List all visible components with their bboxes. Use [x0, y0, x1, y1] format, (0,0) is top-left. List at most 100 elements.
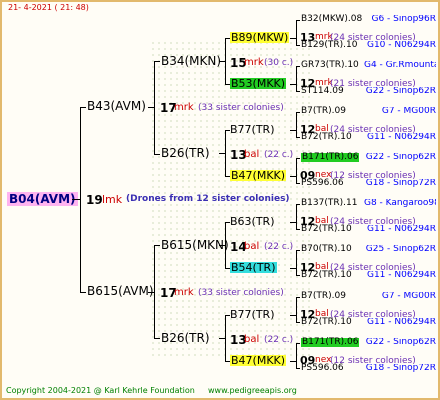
- parent-queen[interactable]: B615(AVM): [87, 285, 154, 297]
- connector: [290, 176, 296, 177]
- grandparent-queen[interactable]: B26(TR): [161, 147, 210, 159]
- great-grandparent-queen[interactable]: B47(MKK): [230, 170, 287, 181]
- ancestor-origin: G11 - N06294R: [366, 318, 436, 327]
- connector: [219, 245, 225, 246]
- ancestor-origin: G7 - MG00R: [381, 107, 436, 116]
- connector: [290, 315, 296, 316]
- ancestor-queen[interactable]: B32(MKW).08: [301, 15, 362, 24]
- ancestor-origin: G22 - Sinop62R: [365, 153, 436, 162]
- ancestor-queen[interactable]: B137(TR).11: [301, 199, 357, 208]
- ancestor-origin: G18 - Sinop72R: [365, 179, 436, 188]
- great-grandparent-queen[interactable]: B77(TR): [230, 124, 275, 135]
- ancestor-queen[interactable]: B129(TR).10: [301, 41, 357, 50]
- ancestor-queen[interactable]: B171(TR).06: [301, 153, 360, 162]
- connector: [290, 84, 296, 85]
- connector: [296, 20, 300, 21]
- connector: [80, 107, 81, 293]
- parent-mark: mrk: [174, 287, 194, 298]
- ancestor-queen[interactable]: B72(TR).10: [301, 225, 352, 234]
- connector: [154, 245, 160, 246]
- ancestor-origin: G22 - Sinop62R: [365, 338, 436, 347]
- parent-queen[interactable]: B43(AVM): [87, 100, 146, 112]
- ancestor-queen[interactable]: ST114.09: [301, 87, 344, 96]
- connector: [290, 361, 296, 362]
- root-note: (Drones from 12 sister colonies): [126, 194, 290, 204]
- connector: [154, 245, 155, 338]
- grandparent-note: (30 c.): [264, 58, 294, 68]
- great-grandparent-queen[interactable]: B54(TR): [230, 262, 277, 273]
- connector: [296, 204, 300, 205]
- grandparent-note: (22 c.): [264, 335, 294, 345]
- connector: [296, 45, 300, 46]
- connector: [296, 158, 297, 183]
- connector: [296, 91, 300, 92]
- parent-note: (33 sister colonies): [198, 288, 284, 298]
- connector: [290, 130, 296, 131]
- ancestor-queen[interactable]: GR73(TR).10: [301, 61, 359, 70]
- connector: [154, 154, 160, 155]
- ancestor-queen[interactable]: B7(TR).09: [301, 107, 346, 116]
- connector: [154, 61, 160, 62]
- connector: [154, 61, 155, 154]
- ancestor-origin: G11 - N06294R: [366, 225, 436, 234]
- root-queen[interactable]: B04(AVM): [7, 192, 78, 206]
- connector: [296, 183, 300, 184]
- connector: [219, 153, 225, 154]
- copyright: Copyright 2004-2021 @ Karl Kehrle Founda…: [6, 386, 195, 395]
- ancestor-origin: G4 - Gr.Rmounta: [364, 61, 436, 70]
- great-grandparent-queen[interactable]: B77(TR): [230, 309, 275, 320]
- ancestor-queen[interactable]: B72(TR).10: [301, 318, 352, 327]
- connector: [225, 315, 226, 361]
- ancestor-queen[interactable]: B72(TR).10: [301, 133, 352, 142]
- ancestor-origin: G8 - Kangaroo98R: [364, 199, 436, 208]
- ancestor-queen[interactable]: B171(TR).06: [301, 338, 360, 347]
- connector: [225, 222, 226, 268]
- date-header: 21- 4-2021 ( 21: 48): [8, 3, 89, 12]
- connector: [296, 297, 297, 322]
- ancestor-queen[interactable]: PS596.06: [301, 179, 344, 188]
- ancestor-origin: G18 - Sinop72R: [365, 364, 436, 373]
- ancestor-origin: G11 - N06294R: [366, 271, 436, 280]
- connector: [296, 250, 300, 251]
- parent-mark: mrk: [174, 102, 194, 113]
- grandparent-queen[interactable]: B34(MKN): [161, 55, 221, 67]
- connector: [80, 292, 86, 293]
- grandparent-mark: bal: [244, 241, 260, 252]
- grandparent-mark: mrk: [244, 57, 264, 68]
- connector: [296, 275, 300, 276]
- grandparent-mark: bal: [244, 334, 260, 345]
- connector: [296, 368, 300, 369]
- connector: [296, 229, 300, 230]
- connector: [72, 199, 80, 200]
- connector: [296, 322, 300, 323]
- ancestor-queen[interactable]: B7(TR).09: [301, 292, 346, 301]
- great-grandparent-queen[interactable]: B63(TR): [230, 216, 275, 227]
- connector: [154, 338, 160, 339]
- ancestor-queen[interactable]: B70(TR).10: [301, 245, 352, 254]
- grandparent-queen[interactable]: B26(TR): [161, 332, 210, 344]
- ancestor-queen[interactable]: PS596.06: [301, 364, 344, 373]
- parent-note: (33 sister colonies): [198, 103, 284, 113]
- grandparent-mark: bal: [244, 149, 260, 160]
- ancestor-origin: G11 - N06294R: [366, 133, 436, 142]
- connector: [225, 38, 226, 84]
- great-grandparent-queen[interactable]: B89(MKW): [230, 32, 290, 43]
- connector: [290, 222, 296, 223]
- root-mark: lmk: [102, 193, 123, 206]
- ancestor-queen[interactable]: B72(TR).10: [301, 271, 352, 280]
- connector: [225, 130, 226, 176]
- ancestor-origin: G25 - Sinop62R: [365, 245, 436, 254]
- connector: [219, 338, 225, 339]
- site-link[interactable]: www.pedigreeapis.org: [208, 387, 297, 395]
- great-grandparent-queen[interactable]: B47(MKK): [230, 355, 287, 366]
- connector: [148, 107, 154, 108]
- grandparent-note: (22 c.): [264, 242, 294, 252]
- connector: [296, 112, 300, 113]
- connector: [296, 250, 297, 275]
- grandparent-note: (22 c.): [264, 150, 294, 160]
- connector: [80, 107, 86, 108]
- great-grandparent-queen[interactable]: B53(MKK): [230, 78, 287, 89]
- connector: [296, 343, 300, 344]
- ancestor-origin: G6 - Sinop96R: [371, 15, 436, 24]
- ancestor-origin: G22 - Sinop62R: [365, 87, 436, 96]
